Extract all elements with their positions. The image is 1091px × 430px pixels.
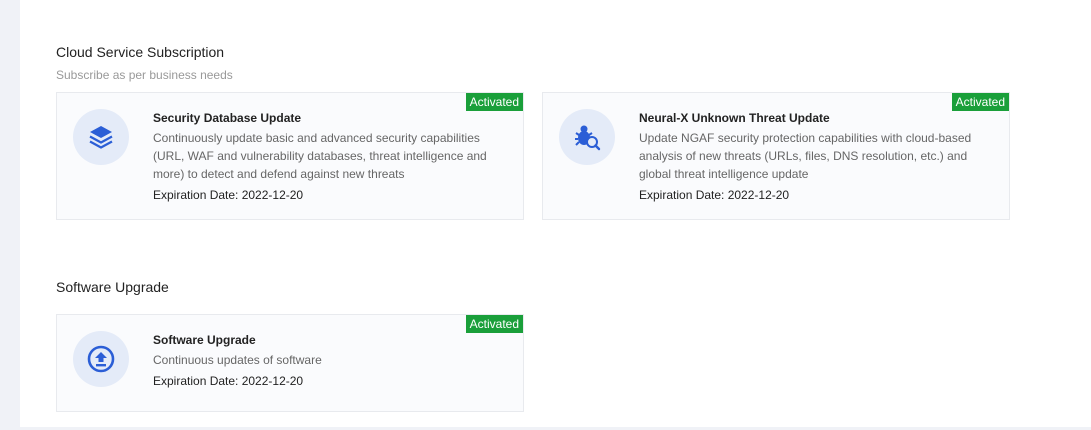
cloud-section-subtitle: Subscribe as per business needs xyxy=(56,68,233,82)
card-name: Neural-X Unknown Threat Update xyxy=(639,111,830,125)
card-description: Continuous updates of software xyxy=(153,353,322,367)
status-badge: Activated xyxy=(951,93,1009,111)
expiration-date: Expiration Date: 2022-12-20 xyxy=(153,188,304,202)
card-description: Continuously update basic and advanced s… xyxy=(153,131,487,181)
bug-search-icon xyxy=(575,125,601,151)
card-neural-x-threat-update[interactable]: Activated Neural-X Unknown Threat Update… xyxy=(542,92,1010,220)
layers-icon xyxy=(89,126,113,149)
expiration-date: Expiration Date: 2022-12-20 xyxy=(153,374,304,388)
status-badge: Activated xyxy=(465,93,523,111)
upload-circle-icon xyxy=(87,345,115,373)
card-software-upgrade[interactable]: Activated Software Upgrade Continuous up… xyxy=(56,314,524,412)
icon-container xyxy=(73,331,129,387)
icon-container xyxy=(73,109,129,165)
icon-container xyxy=(559,109,615,165)
cloud-section-title: Cloud Service Subscription xyxy=(56,44,225,60)
card-security-database-update[interactable]: Activated Security Database Update Conti… xyxy=(56,92,524,220)
software-section-title: Software Upgrade xyxy=(56,279,169,295)
card-description: Update NGAF security protection capabili… xyxy=(639,131,972,181)
card-name: Security Database Update xyxy=(153,111,302,125)
card-name: Software Upgrade xyxy=(153,333,256,347)
expiration-date: Expiration Date: 2022-12-20 xyxy=(639,188,790,202)
main-panel: Cloud Service Subscription Subscribe as … xyxy=(20,0,1091,427)
status-badge: Activated xyxy=(465,315,523,333)
